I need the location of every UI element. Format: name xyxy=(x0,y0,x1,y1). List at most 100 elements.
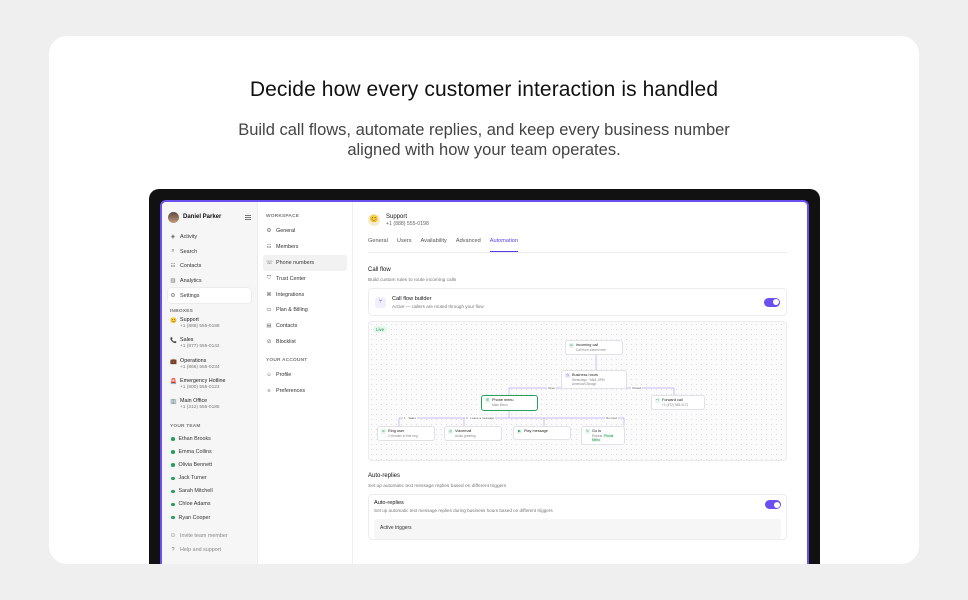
contacts-icon: ☷ xyxy=(170,263,176,270)
workspace-label: Workspace xyxy=(266,214,300,219)
tab-availability[interactable]: Availability xyxy=(421,238,447,252)
ring-title: Ring user xyxy=(388,429,405,433)
inbox-list: 😊 Support +1 (888) 555-0198 📞 Sales +1 (877) … xyxy=(168,317,251,418)
help-label: Help and support xyxy=(180,547,222,554)
call-flow-toggle[interactable] xyxy=(764,297,780,307)
settings-item-plan-billing[interactable]: ▭ Plan & Billing xyxy=(263,302,347,318)
nav-item-activity[interactable]: ◈ Activity xyxy=(168,230,251,245)
nav-item-contacts[interactable]: ☷ Contacts xyxy=(168,259,251,274)
builder-title: Call flow builder xyxy=(392,295,432,302)
settings-item-trust-center[interactable]: ⛉ Trust Center xyxy=(263,271,347,287)
team-member[interactable]: Sarah Mitchell xyxy=(168,485,251,498)
flow-canvas[interactable]: Live Open Closed 1 · Sales 2 · Leave a m… xyxy=(368,321,787,461)
settings-item-label: Plan & Billing xyxy=(276,307,308,314)
inbox-item-number: +1 (877) 555-0142 xyxy=(180,344,220,350)
team-member[interactable]: Chloe Adams xyxy=(168,498,251,511)
online-status-dot xyxy=(171,515,175,520)
play-message-node[interactable]: ▶ Play message xyxy=(513,426,571,440)
phone-menu-node[interactable]: ☰ Phone menu Main Menu xyxy=(481,395,538,411)
goto-node[interactable]: ↻ Go to Repeat Phone Menu xyxy=(581,426,625,445)
workspace-list: ⚙ General ☷ Members ☏ Phone numbers ⛉ Trust Cen… xyxy=(263,223,347,350)
tab-advanced[interactable]: Advanced xyxy=(456,238,481,252)
inboxes-label: Inboxes xyxy=(170,308,193,314)
settings-icon: ⚙ xyxy=(170,292,176,299)
online-status-dot xyxy=(171,437,175,441)
nav-list: ◈ Activity ⌕ Search ☷ Contacts ▥ Analytics ⚙ Sett… xyxy=(168,230,251,303)
settings-item-icon: ⊘ xyxy=(266,339,272,346)
inbox-item[interactable]: 💼 Operations +1 (866) 555-0234 xyxy=(168,358,251,378)
team-list: Ethan Brooks Emma Collins Olivia Bennett Ja… xyxy=(168,432,251,524)
settings-item-label: Contacts xyxy=(276,323,298,330)
nav-label: Analytics xyxy=(180,278,202,285)
menu-sub: Main Menu xyxy=(492,403,508,407)
team-member[interactable]: Jack Turner xyxy=(168,472,251,485)
nav-item-settings[interactable]: ⚙ Settings xyxy=(168,288,251,303)
settings-item-profile[interactable]: ☺ Profile xyxy=(263,367,347,383)
inbox-number: +1 (888) 555-0198 xyxy=(386,220,429,227)
ring-sub: 2 minutes to first ring xyxy=(388,434,418,438)
forward-icon: ↪ xyxy=(655,398,660,403)
inbox-item-number: +1 (888) 555-0198 xyxy=(180,323,220,329)
online-status-dot xyxy=(171,450,175,454)
forward-call-node[interactable]: ↪ Forward call +1 (872) 555-0172 xyxy=(651,395,705,410)
invite-icon: ⚇ xyxy=(170,533,176,540)
team-member[interactable]: Olivia Bennett xyxy=(168,459,251,472)
inbox-item[interactable]: 📞 Sales +1 (877) 555-0142 xyxy=(168,337,251,357)
team-member[interactable]: Ryan Cooper xyxy=(168,511,251,524)
inbox-icon: 🏢 xyxy=(170,399,177,406)
inbox-icon: 🚨 xyxy=(170,378,177,385)
inbox-item[interactable]: 🏢 Main Office +1 (312) 555-0185 xyxy=(168,398,251,418)
inbox-item[interactable]: 😊 Support +1 (888) 555-0198 xyxy=(168,317,251,337)
settings-item-contacts[interactable]: ▤ Contacts xyxy=(263,318,347,334)
ring-icon: ☏ xyxy=(381,429,386,434)
invite-label: Invite team member xyxy=(180,533,228,540)
tab-users[interactable]: Users xyxy=(397,238,412,252)
help-link[interactable]: ? Help and support xyxy=(168,543,251,557)
inbox-name: Support xyxy=(386,213,408,220)
team-member[interactable]: Ethan Brooks xyxy=(168,432,251,445)
collapse-sidebar-icon[interactable] xyxy=(245,214,251,220)
invite-team-member-link[interactable]: ⚇ Invite team member xyxy=(168,529,251,543)
hero-card: Decide how every customer interaction is… xyxy=(49,36,919,564)
online-status-dot xyxy=(171,502,175,507)
team-member-name: Olivia Bennett xyxy=(178,462,213,469)
hours-sub: Weekdays · 9AM–5PM · America/Chicago xyxy=(572,378,607,386)
team-label: Your team xyxy=(170,424,201,430)
open-label: Open xyxy=(547,386,557,390)
business-hours-node[interactable]: ◷ Business hours Weekdays · 9AM–5PM · Ame… xyxy=(561,370,627,389)
auto-card-title: Auto-replies xyxy=(374,500,404,506)
inbox-item[interactable]: 🚨 Emergency Hotline +1 (800) 555-0123 xyxy=(168,378,251,398)
inbox-item-number: +1 (800) 555-0123 xyxy=(180,384,220,390)
team-member[interactable]: Emma Collins xyxy=(168,446,251,459)
nav-label: Settings xyxy=(180,292,200,299)
tab-automation[interactable]: Automation xyxy=(489,238,519,252)
incoming-call-node[interactable]: ☏ Incoming call Call from clients here xyxy=(565,340,623,355)
settings-item-integrations[interactable]: ⌘ Integrations xyxy=(263,287,347,303)
online-status-dot xyxy=(171,463,175,467)
user-menu[interactable]: Daniel Parker xyxy=(168,210,251,224)
settings-item-phone-numbers[interactable]: ☏ Phone numbers xyxy=(263,254,347,271)
settings-item-members[interactable]: ☷ Members xyxy=(263,239,347,255)
auto-replies-toggle[interactable] xyxy=(765,500,781,509)
nav-label: Contacts xyxy=(180,263,202,270)
ring-user-node[interactable]: ☏ Ring user 2 minutes to first ring xyxy=(377,426,435,441)
incoming-title: Incoming call xyxy=(576,343,599,347)
goto-icon: ↻ xyxy=(585,429,590,434)
settings-item-blocklist[interactable]: ⊘ Blocklist xyxy=(263,334,347,350)
laptop-frame: Daniel Parker ◈ Activity ⌕ Search ☷ Contacts ▥… xyxy=(149,189,820,564)
active-triggers-panel[interactable]: Active triggers xyxy=(374,519,781,539)
settings-item-icon: ⛉ xyxy=(266,275,272,282)
forward-title: Forward call xyxy=(662,398,683,402)
settings-item-icon: ⚙ xyxy=(266,227,272,234)
settings-item-general[interactable]: ⚙ General xyxy=(263,223,347,239)
tab-general[interactable]: General xyxy=(368,238,388,252)
settings-item-label: Members xyxy=(276,243,299,250)
hero-title: Decide how every customer interaction is… xyxy=(249,78,719,101)
builder-subtitle: Active — callers are routed through your… xyxy=(392,303,484,309)
voicemail-node[interactable]: ◎ Voicemail Audio greeting xyxy=(444,426,502,441)
online-status-dot xyxy=(171,476,175,481)
settings-item-preferences[interactable]: ≡ Preferences xyxy=(263,383,347,399)
settings-item-label: Blocklist xyxy=(276,339,296,346)
nav-item-search[interactable]: ⌕ Search xyxy=(168,245,251,260)
nav-item-analytics[interactable]: ▥ Analytics xyxy=(168,274,251,289)
